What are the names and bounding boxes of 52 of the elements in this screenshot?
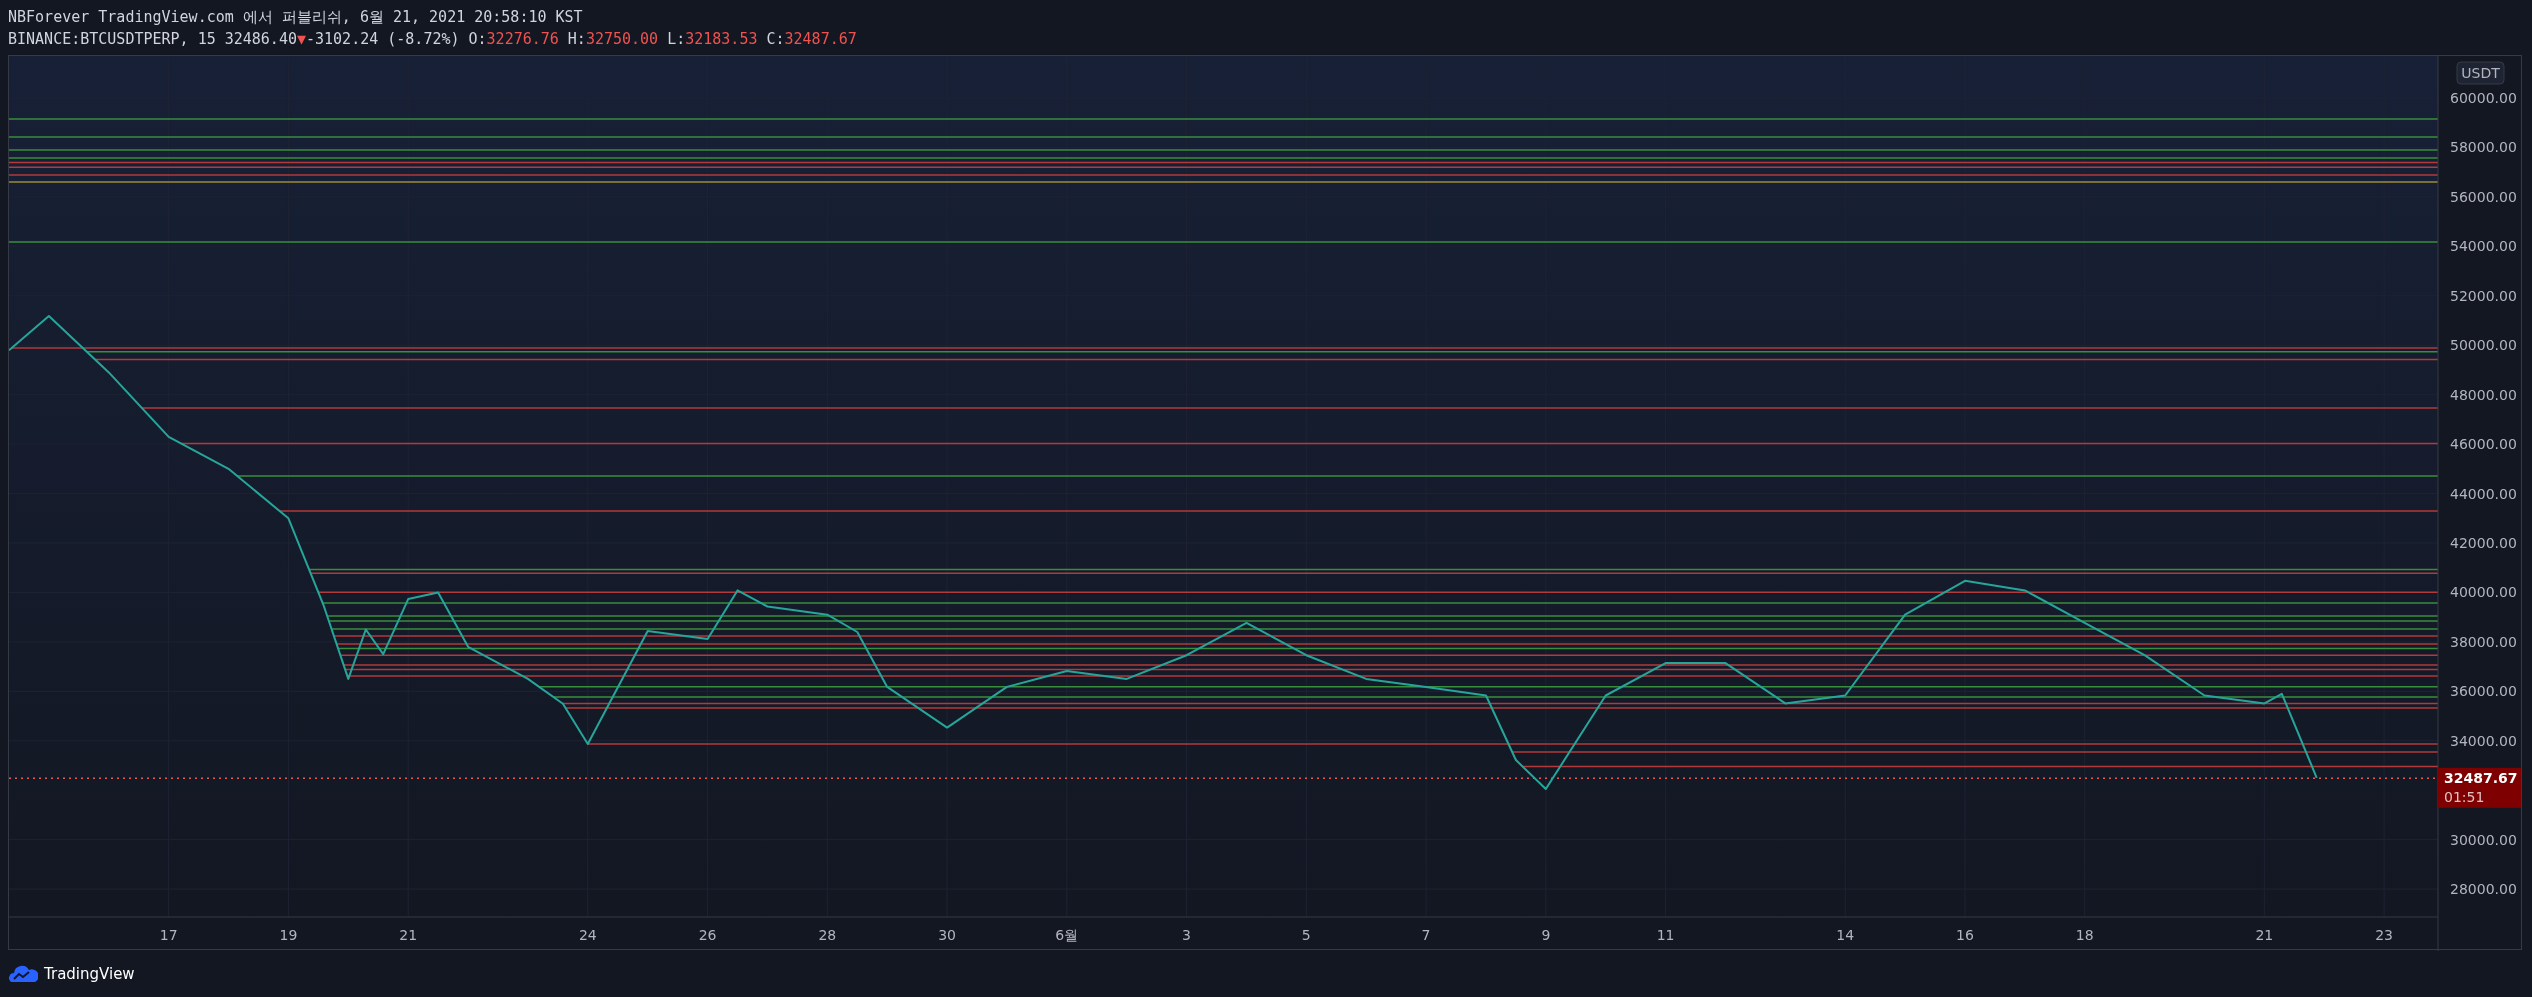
x-tick-label: 21	[399, 927, 418, 943]
x-tick-label: 5	[1301, 927, 1311, 943]
brand-name: TradingView	[44, 964, 135, 983]
ohlc-value: 32183.53	[685, 30, 758, 48]
x-tick-label: 28	[818, 927, 837, 943]
x-tick-label: 17	[159, 927, 178, 943]
x-tick-label: 23	[2375, 927, 2393, 943]
y-tick-label: 60000.00	[2450, 90, 2517, 106]
last-price: 32486.40	[224, 30, 297, 48]
down-arrow-icon: ▼	[296, 30, 306, 48]
y-tick-label: 34000.00	[2450, 732, 2517, 749]
currency-button[interactable]: USDT	[2456, 61, 2505, 85]
x-tick-label: 19	[279, 927, 298, 943]
x-tick-label: 14	[1836, 927, 1855, 943]
y-tick-label: 52000.00	[2450, 287, 2517, 304]
publish-info: NBForever TradingView.com 에서 퍼블리쉬, 6월 21, 2021 20:58:10 KST	[8, 7, 583, 27]
y-tick-label: 28000.00	[2450, 881, 2517, 898]
x-tick-label: 24	[578, 927, 597, 943]
x-tick-label: 16	[1956, 927, 1974, 943]
y-tick-label: 30000.00	[2450, 831, 2517, 848]
x-tick-label: 3	[1182, 927, 1192, 943]
y-tick-label: 42000.00	[2450, 535, 2517, 551]
symbol-label: BINANCE:BTCUSDTPERP, 15	[8, 30, 216, 48]
price-tag-value: 32487.67	[2444, 769, 2518, 786]
x-tick-label: 21	[2255, 927, 2274, 943]
x-tick-label: 6월	[1055, 927, 1079, 943]
y-tick-label: 40000.00	[2450, 584, 2517, 601]
y-tick-label: 48000.00	[2450, 386, 2517, 403]
ohlc-value: 32487.67	[784, 30, 857, 48]
ohlc-label: O:	[468, 30, 487, 48]
ohlc-label: L:	[667, 30, 686, 48]
y-tick-label: 36000.00	[2450, 683, 2517, 700]
price-change: -3102.24 (-8.72%)	[306, 30, 460, 48]
ohlc-label: H:	[567, 30, 586, 48]
x-tick-label: 18	[2075, 927, 2094, 943]
x-tick-label: 26	[698, 927, 717, 943]
x-tick-label: 7	[1421, 927, 1431, 943]
x-tick-label: 30	[938, 927, 956, 943]
ohlc-value: 32276.76	[486, 30, 559, 48]
y-tick-label: 44000.00	[2450, 485, 2517, 502]
x-tick-label: 9	[1541, 927, 1551, 943]
y-tick-label: 46000.00	[2450, 436, 2517, 453]
y-tick-label: 50000.00	[2450, 337, 2517, 354]
x-tick-label: 11	[1656, 927, 1675, 943]
y-tick-label: 54000.00	[2450, 238, 2517, 255]
countdown: 01:51	[2444, 788, 2485, 805]
ohlc-label: C:	[766, 30, 785, 48]
ohlc-value: 32750.00	[585, 30, 659, 48]
y-tick-label: 38000.00	[2450, 633, 2517, 650]
y-tick-label: 58000.00	[2450, 139, 2517, 156]
cloud-logo-icon	[8, 964, 38, 983]
y-tick-label: 56000.00	[2450, 188, 2517, 205]
